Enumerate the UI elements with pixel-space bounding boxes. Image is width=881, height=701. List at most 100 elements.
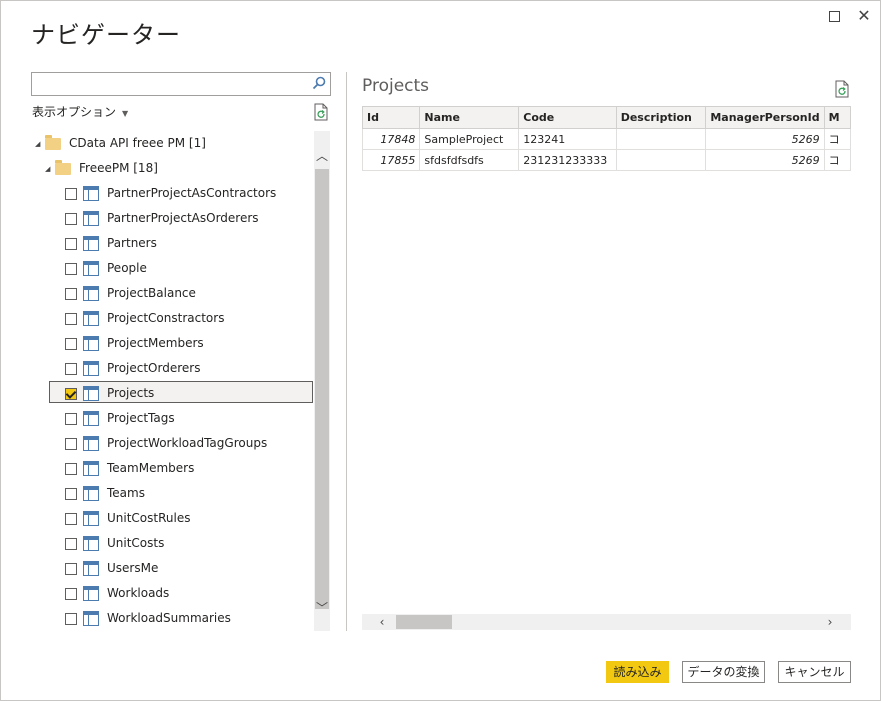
tree-node-label: CData API freee PM [1] [69,136,206,150]
expanded-icon[interactable]: ◢ [35,133,45,155]
close-button[interactable]: ✕ [855,7,873,25]
checkbox[interactable] [65,237,77,250]
checkbox[interactable] [65,212,77,225]
checkbox[interactable] [65,262,77,275]
table-item-projectconstractors[interactable]: ProjectConstractors [65,307,224,329]
table-item-projectmembers[interactable]: ProjectMembers [65,332,204,354]
table-icon [83,286,99,301]
checkbox[interactable] [65,537,77,550]
table-icon [83,511,99,526]
table-item-label: Workloads [107,586,170,600]
table-cell: SampleProject [419,128,520,150]
table-item-people[interactable]: People [65,257,147,279]
table-item-projects[interactable]: Projects [49,381,313,403]
checkbox[interactable] [65,512,77,525]
table-item-projectworkloadtaggroups[interactable]: ProjectWorkloadTagGroups [65,432,267,454]
chevron-up-icon[interactable]: ︿ [314,147,330,163]
preview-table: Id Name Code Description ManagerPersonId… [362,106,851,171]
tree-node-folder[interactable]: ◢ FreeePM [18] [45,157,158,179]
table-icon [83,186,99,201]
table-cell: 17855 [362,149,421,171]
table-item-teams[interactable]: Teams [65,482,145,504]
expanded-icon[interactable]: ◢ [45,158,55,180]
refresh-preview-icon[interactable] [834,80,850,98]
column-header[interactable]: Id [362,106,421,129]
search-icon[interactable] [312,76,326,90]
checkbox[interactable] [65,287,77,300]
preview-horizontal-scrollbar[interactable]: ‹ › [362,614,851,630]
table-item-workloadsummaries[interactable]: WorkloadSummaries [65,607,231,629]
transform-data-button[interactable]: データの変換 [682,661,765,683]
table-cell: 17848 [362,128,421,150]
maximize-button[interactable] [825,7,843,25]
checkbox[interactable] [65,487,77,500]
table-item-projecttags[interactable]: ProjectTags [65,407,175,429]
table-item-label: UnitCosts [107,536,165,550]
scrollbar-thumb[interactable] [315,169,329,609]
table-cell: 5269 [705,149,825,171]
table-item-unitcosts[interactable]: UnitCosts [65,532,164,554]
table-icon [83,536,99,551]
checkbox[interactable] [65,462,77,475]
folder-icon [45,134,61,150]
table-icon [83,436,99,451]
checkbox[interactable] [65,337,77,350]
table-item-label: UsersMe [107,561,159,575]
chevron-down-icon[interactable]: ﹀ [314,599,330,615]
table-item-partnerprojectasorderers[interactable]: PartnerProjectAsOrderers [65,207,259,229]
checkbox-checked[interactable] [65,387,77,400]
table-item-label: Projects [107,386,155,400]
chevron-down-icon: ▼ [122,109,129,118]
column-header[interactable]: ManagerPersonId [705,106,825,129]
tree-vertical-scrollbar[interactable]: ︿ ﹀ [314,131,330,631]
search-box[interactable] [31,72,331,96]
column-header[interactable]: M [823,106,851,129]
table-row: 17855 sfdsfdfsdfs 231231233333 5269 コ [362,149,851,171]
table-cell: 231231233333 [518,149,617,171]
display-options-dropdown[interactable]: 表示オプション ▼ [32,103,128,120]
chevron-right-icon[interactable]: › [822,614,838,630]
table-icon [83,561,99,576]
table-icon [83,486,99,501]
chevron-left-icon[interactable]: ‹ [374,614,390,630]
navigator-dialog: ナビゲーター ✕ 表示オプション ▼ ◢ CData API freee PM [1… [0,0,881,701]
table-item-usersme[interactable]: UsersMe [65,557,158,579]
load-button[interactable]: 読み込み [606,661,669,683]
table-item-teammembers[interactable]: TeamMembers [65,457,194,479]
dialog-title: ナビゲーター [31,21,181,49]
table-item-projectorderers[interactable]: ProjectOrderers [65,357,200,379]
table-item-partners[interactable]: Partners [65,232,157,254]
table-item-partnerprojectascontractors[interactable]: PartnerProjectAsContractors [65,182,276,204]
tree-node-root[interactable]: ◢ CData API freee PM [1] [35,132,206,154]
column-header[interactable]: Name [419,106,520,129]
checkbox[interactable] [65,612,77,625]
table-icon [83,411,99,426]
table-item-projectbalance[interactable]: ProjectBalance [65,282,196,304]
checkbox[interactable] [65,587,77,600]
cancel-button[interactable]: キャンセル [778,661,851,683]
table-item-label: Teams [107,486,145,500]
refresh-icon[interactable] [313,103,329,121]
table-item-label: ProjectConstractors [107,311,225,325]
table-item-label: WorkloadSummaries [107,611,231,625]
checkbox[interactable] [65,187,77,200]
search-input[interactable] [32,74,310,94]
scrollbar-thumb[interactable] [396,615,452,629]
checkbox[interactable] [65,562,77,575]
tree-node-label: FreeePM [18] [79,161,158,175]
table-icon [83,361,99,376]
table-icon [83,336,99,351]
table-item-label: PartnerProjectAsContractors [107,186,277,200]
table-item-unitcostrules[interactable]: UnitCostRules [65,507,190,529]
column-header[interactable]: Description [615,106,707,129]
table-item-label: TeamMembers [107,461,195,475]
table-item-label: Partners [107,236,157,250]
checkbox[interactable] [65,412,77,425]
table-icon [83,311,99,326]
checkbox[interactable] [65,437,77,450]
table-item-workloads[interactable]: Workloads [65,582,169,604]
table-item-label: PartnerProjectAsOrderers [107,211,259,225]
checkbox[interactable] [65,362,77,375]
column-header[interactable]: Code [518,106,617,129]
checkbox[interactable] [65,312,77,325]
